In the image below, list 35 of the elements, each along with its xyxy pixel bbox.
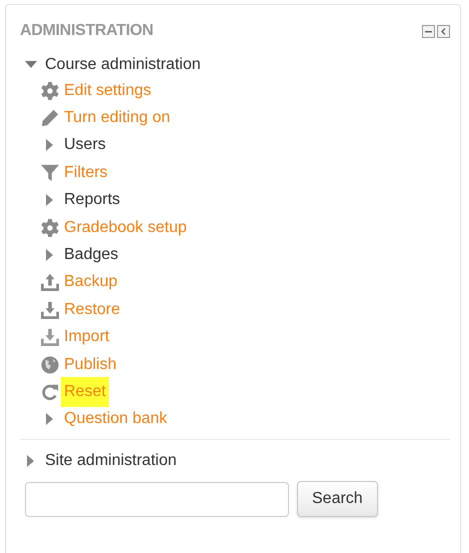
gear-icon [41, 218, 59, 237]
tree-node[interactable]: Reports [64, 188, 120, 212]
search-field[interactable] [25, 482, 289, 517]
caret-right-icon[interactable] [27, 454, 35, 467]
menu-link[interactable]: Edit settings [64, 78, 152, 103]
menu-link[interactable]: Question bank [64, 407, 168, 432]
menu-link[interactable]: Gradebook setup [64, 216, 187, 240]
filter-icon [41, 164, 59, 182]
refresh-icon [41, 382, 59, 401]
menu-link[interactable]: Restore [64, 298, 120, 322]
menu-link[interactable]: Turn editing on [64, 106, 170, 130]
block-title: ADMINISTRATION [20, 21, 154, 41]
globe-icon [41, 356, 59, 374]
pencil-icon [41, 109, 59, 128]
caret-right-icon[interactable] [46, 194, 54, 206]
menu-link[interactable]: Reset [61, 377, 109, 407]
menu-link[interactable]: Backup [64, 270, 118, 294]
tree-node[interactable]: Course administration [45, 53, 201, 77]
upload-icon [41, 273, 59, 292]
menu-link[interactable]: Import [64, 325, 110, 350]
dock-icon[interactable] [437, 24, 450, 38]
tree-node[interactable]: Site administration [45, 448, 177, 473]
download-icon [41, 328, 59, 346]
download-icon [41, 300, 59, 319]
tree-node[interactable]: Users [64, 133, 106, 158]
minimize-icon[interactable] [422, 24, 435, 38]
tree-node[interactable]: Badges [64, 243, 118, 268]
menu-link[interactable]: Publish [64, 352, 116, 377]
caret-down-icon[interactable] [25, 61, 37, 69]
gear-icon [41, 82, 59, 100]
caret-right-icon[interactable] [46, 139, 54, 152]
menu-link[interactable]: Filters [64, 160, 108, 185]
caret-right-icon[interactable] [46, 249, 54, 262]
search-button[interactable]: Search [297, 481, 378, 518]
caret-right-icon[interactable] [46, 413, 54, 426]
